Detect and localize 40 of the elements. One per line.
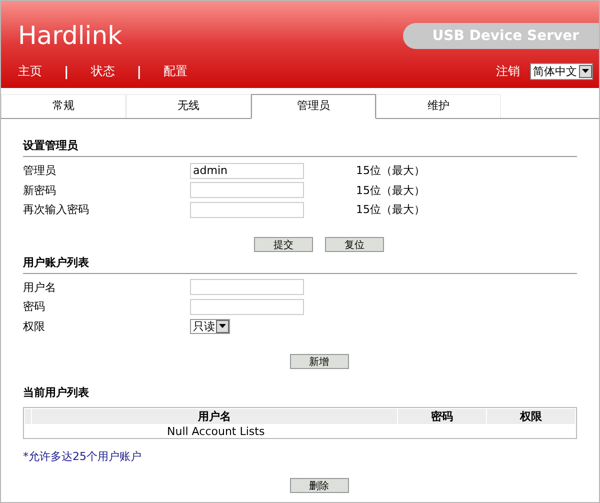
form-button[interactable]: 复位 (325, 236, 384, 252)
permission-select[interactable]: 只读 (190, 318, 230, 334)
section-title: 用户账户列表 (23, 254, 90, 270)
input-field[interactable] (190, 202, 304, 218)
section-title: 当前用户列表 (23, 385, 90, 400)
note-text: *允许多达25个用户账户 (23, 449, 142, 464)
field-hint: 15位（最大） (356, 163, 425, 178)
field-hint: 15位（最大） (356, 202, 425, 218)
column-header: 权限 (487, 409, 575, 424)
field-label: 密码 (23, 299, 46, 314)
empty-message: Null Account Lists (166, 424, 266, 439)
tab[interactable]: 维护 (376, 94, 501, 118)
language-select[interactable]: 简体中文 (530, 62, 593, 80)
input-field[interactable] (190, 279, 304, 296)
field-hint: 15位（最大） (356, 182, 425, 198)
nav-link[interactable]: 配置 (164, 62, 188, 80)
section-title: 设置管理员 (23, 138, 79, 153)
tab[interactable]: 管理员 (251, 94, 376, 119)
field-label: 权限 (23, 318, 46, 334)
input-field[interactable] (190, 182, 304, 198)
form-button[interactable]: 提交 (254, 236, 313, 252)
tab[interactable]: 常规 (1, 94, 126, 118)
tab[interactable]: 无线 (126, 94, 251, 118)
logout-link[interactable]: 注销 (496, 62, 520, 80)
field-label: 管理员 (23, 163, 57, 178)
input-field[interactable] (190, 298, 304, 315)
field-label: 用户名 (23, 280, 57, 295)
nav-link[interactable]: 主页 (18, 62, 42, 80)
add-button[interactable]: 新增 (290, 354, 348, 369)
nav-separator: | (64, 64, 69, 80)
delete-button[interactable]: 删除 (290, 478, 348, 493)
logo-text: Hardlink (18, 21, 122, 50)
nav-separator: | (136, 64, 142, 80)
field-label: 再次输入密码 (23, 202, 90, 218)
input-field[interactable]: admin (190, 162, 304, 179)
column-header: 用户名 (32, 409, 397, 424)
nav-link[interactable]: 状态 (90, 62, 115, 80)
header-cell (25, 409, 31, 424)
field-label: 新密码 (23, 182, 57, 198)
column-header: 密码 (398, 409, 486, 424)
